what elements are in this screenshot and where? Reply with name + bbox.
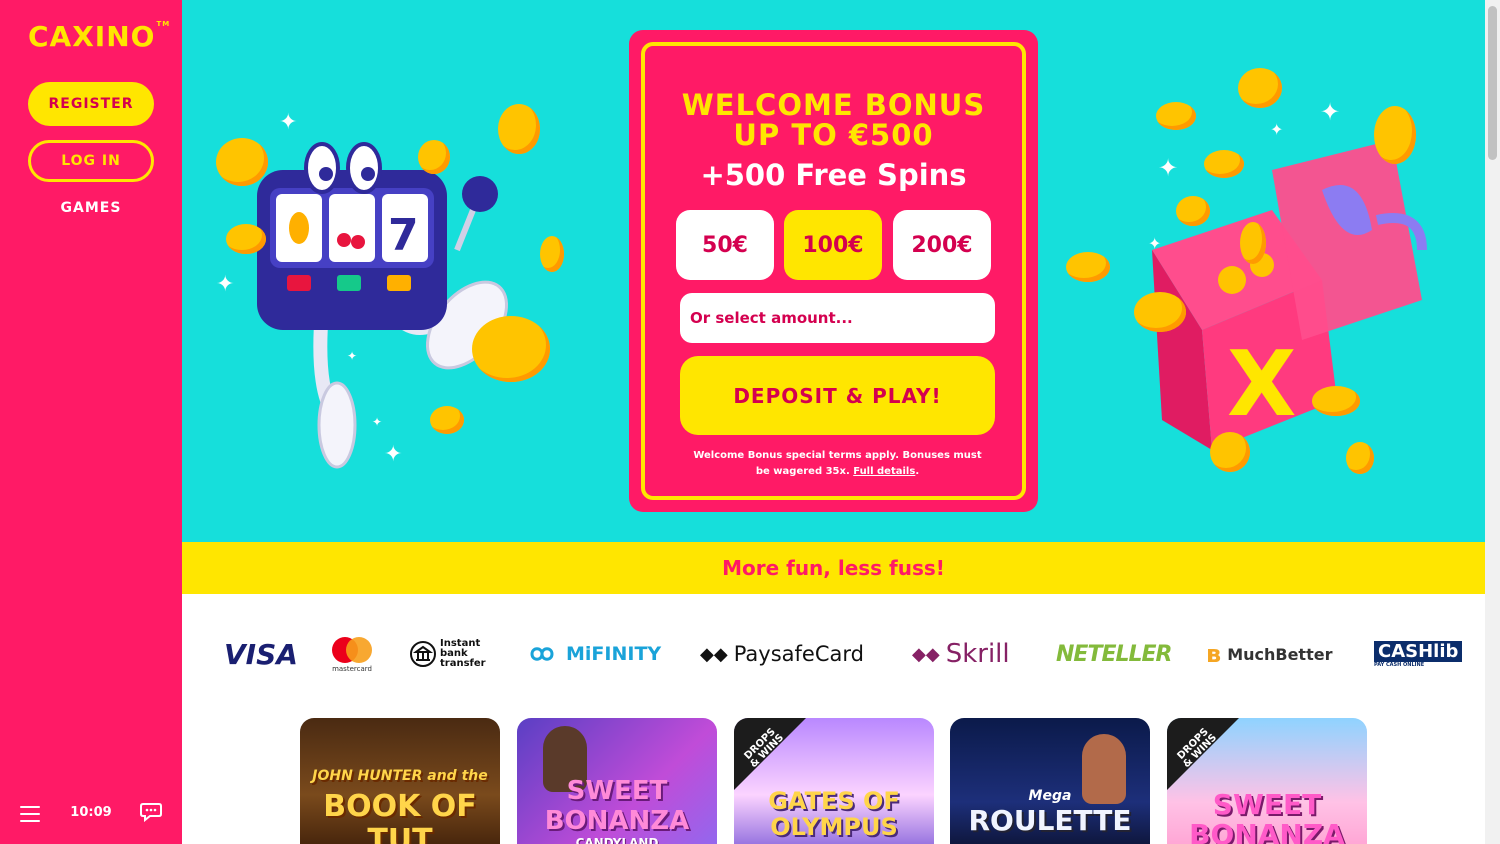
infinity-icon	[530, 647, 554, 661]
sparkle-icon: ✦	[347, 349, 358, 363]
game-tile-book-of-tut[interactable]: JOHN HUNTER and the BOOK OF TUT	[300, 718, 500, 844]
neteller-text: NETELLER	[1056, 641, 1172, 667]
paysafecard-diamond-icon: ◆◆	[700, 643, 728, 665]
skrill-diamond-icon: ◆◆	[912, 643, 940, 665]
logo-text: CAXINO	[28, 20, 156, 53]
scrollbar-thumb[interactable]	[1488, 6, 1497, 160]
coin-decoration	[216, 138, 268, 186]
coin-decoration	[418, 140, 450, 174]
amount-option-100[interactable]: 100€	[784, 210, 882, 280]
sidebar: CAXINOTM REGISTER LOG IN GAMES 10:09	[0, 0, 182, 844]
terms-text: Welcome Bonus special terms apply. Bonus…	[693, 450, 982, 477]
cashlib-subtext: PAY CASH ONLINE	[1374, 661, 1425, 668]
game-tile-gates-of-olympus[interactable]: DROPS & WINS GATES OF OLYMPUS	[734, 718, 934, 844]
muchbetter-b-icon: ʙ	[1206, 640, 1222, 668]
sparkle-icon: ✦	[1320, 98, 1341, 126]
mastercard-text: mastercard	[332, 665, 372, 673]
hamburger-menu-icon[interactable]	[20, 806, 40, 822]
game-subtitle: CANDYLAND	[575, 836, 659, 844]
bonus-title-line1: WELCOME BONUS	[681, 88, 986, 122]
sidebar-footer: 10:09	[0, 796, 182, 830]
amount-option-50[interactable]: 50€	[676, 210, 774, 280]
coin-decoration	[1066, 252, 1110, 282]
coin-decoration	[430, 406, 464, 434]
deposit-and-play-button[interactable]: DEPOSIT & PLAY!	[680, 356, 995, 435]
tagline-text: More fun, less fuss!	[722, 556, 945, 580]
game-title: SWEET BONANZA	[544, 776, 690, 836]
instant-bank-text: Instant bank transfer	[440, 638, 486, 669]
welcome-bonus-card-border: WELCOME BONUS UP TO €500 +500 Free Spins…	[641, 42, 1026, 500]
game-tile-sweet-bonanza-candyland[interactable]: SWEET BONANZA CANDYLAND	[517, 718, 717, 844]
instant-bank-transfer-logo: Instant bank transfer	[410, 634, 488, 674]
game-tile-sweet-bonanza[interactable]: DROPS & WINS SWEET BONANZA	[1167, 718, 1367, 844]
mastercard-circles-icon	[332, 637, 372, 663]
bonus-terms: Welcome Bonus special terms apply. Bonus…	[685, 448, 990, 480]
amount-option-200[interactable]: 200€	[893, 210, 991, 280]
sparkle-icon: ✦	[1158, 154, 1179, 182]
free-spins-text: +500 Free Spins	[700, 158, 967, 192]
welcome-bonus-card: WELCOME BONUS UP TO €500 +500 Free Spins…	[629, 30, 1038, 512]
page-scrollbar[interactable]	[1485, 0, 1500, 844]
coin-decoration	[540, 236, 564, 272]
trademark: TM	[156, 20, 171, 28]
sparkle-icon: ✦	[1148, 234, 1162, 253]
clock: 10:09	[70, 805, 112, 820]
coin-decoration	[1374, 106, 1416, 164]
coin-decoration	[226, 224, 266, 254]
game-title-small: JOHN HUNTER and the	[312, 768, 488, 784]
coin-decoration	[1204, 150, 1244, 178]
paysafecard-text: PaysafeCard	[733, 642, 864, 666]
register-button[interactable]: REGISTER	[28, 82, 154, 126]
cashlib-logo: CASHlib PAY CASH ONLINE	[1374, 634, 1463, 674]
mifinity-logo: MiFINITY	[522, 634, 661, 674]
sparkle-icon: ✦	[1270, 120, 1284, 139]
game-title: GATES OF OLYMPUS	[768, 787, 900, 841]
skrill-text: Skrill	[945, 639, 1010, 669]
sparkle-icon: ✦	[279, 110, 298, 135]
muchbetter-logo: ʙ MuchBetter	[1206, 634, 1332, 674]
coin-decoration	[1134, 292, 1186, 332]
coin-decoration	[472, 316, 550, 382]
bank-icon	[410, 641, 436, 667]
svg-text:7: 7	[388, 210, 419, 261]
sparkle-icon: ✦	[372, 415, 383, 429]
sparkle-icon: ✦	[384, 442, 403, 467]
coin-decoration	[1176, 196, 1210, 226]
visa-logo: VISA	[224, 634, 298, 674]
svg-text:X: X	[1227, 332, 1296, 437]
cashlib-text: CASHlib	[1374, 640, 1463, 662]
nav-games-link[interactable]: GAMES	[28, 200, 154, 222]
caxino-logo[interactable]: CAXINOTM	[28, 20, 169, 54]
coin-decoration	[1240, 222, 1266, 264]
game-title: SWEET BONANZA	[1189, 788, 1345, 844]
coin-decoration	[1346, 442, 1374, 474]
full-details-link[interactable]: Full details	[853, 466, 915, 477]
login-button[interactable]: LOG IN	[28, 140, 154, 182]
muchbetter-text: MuchBetter	[1227, 644, 1333, 664]
tagline-banner: More fun, less fuss!	[182, 542, 1485, 594]
coin-decoration	[1156, 102, 1196, 130]
neteller-logo: NETELLER	[1056, 634, 1172, 674]
bonus-title-line2: UP TO €500	[733, 118, 934, 152]
game-tile-mega-roulette[interactable]: Mega ROULETTE	[950, 718, 1150, 844]
coin-decoration	[498, 104, 540, 154]
sparkle-icon: ✦	[216, 272, 235, 297]
game-title-small: Mega	[1028, 788, 1072, 804]
terms-end: .	[915, 466, 920, 477]
visa-text: VISA	[224, 637, 298, 671]
game-title: BOOK OF TUT	[323, 789, 477, 844]
mastercard-logo: mastercard	[330, 634, 374, 674]
custom-amount-input[interactable]	[680, 293, 995, 343]
game-title: ROULETTE	[968, 804, 1132, 837]
mifinity-text: MiFINITY	[566, 643, 662, 665]
payment-methods-strip: VISA mastercard Instant bank transfer Mi…	[182, 594, 1485, 714]
coin-decoration	[1238, 68, 1282, 108]
skrill-logo: ◆◆ Skrill	[912, 634, 1010, 674]
coin-decoration	[1312, 386, 1360, 416]
chat-icon[interactable]	[140, 802, 162, 822]
paysafecard-logo: ◆◆ PaysafeCard	[700, 634, 864, 674]
coin-decoration	[1210, 432, 1250, 472]
hero-section: 7 ✦ ✦ ✦ ✦ ✦ X ✦ ✦ ✦ ✦ WELCOME BONUS UP T…	[182, 0, 1485, 542]
